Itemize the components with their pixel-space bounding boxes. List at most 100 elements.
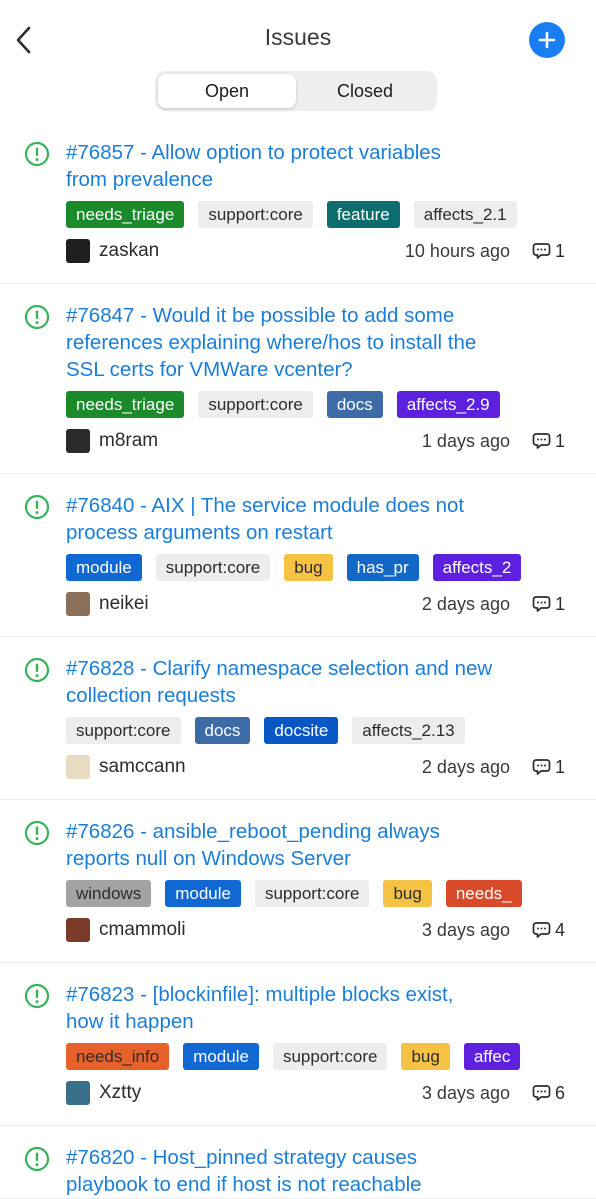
page-title: Issues (264, 24, 332, 50)
comment-count: 4 (532, 920, 568, 941)
label-list: windows module support:core bug needs_ (66, 880, 568, 907)
issue-label[interactable]: affects_2.1 (413, 201, 517, 228)
open-issue-icon (24, 983, 50, 1009)
issue-label[interactable]: affects_2.13 (352, 717, 465, 744)
plus-icon (538, 31, 556, 49)
issue-title[interactable]: #76857 - Allow option to protect variabl… (66, 139, 568, 166)
issue-label[interactable]: bug (383, 880, 432, 907)
issue-label[interactable]: module (66, 554, 142, 581)
author-username[interactable]: Xztty (99, 1082, 141, 1104)
issue-row[interactable]: #76828 - Clarify namespace selection and… (0, 637, 596, 800)
issue-row[interactable]: #76847 - Would it be possible to add som… (0, 284, 596, 474)
label-list: module support:core bug has_pr affects_2 (66, 554, 568, 581)
open-issue-icon (24, 141, 50, 167)
comment-icon (532, 243, 551, 259)
comment-count: 1 (532, 431, 568, 452)
add-issue-button[interactable] (529, 22, 565, 58)
comment-count-value: 1 (555, 430, 566, 451)
comment-count-value: 1 (555, 756, 566, 777)
issue-label[interactable]: needs_triage (66, 201, 185, 228)
issue-label[interactable]: affec (463, 1043, 521, 1070)
author-username[interactable]: cmammoli (99, 919, 186, 941)
label-list: support:core docs docsite affects_2.13 (66, 717, 568, 744)
issue-meta: Xztty 3 days ago 6 (66, 1078, 568, 1125)
issue-title[interactable]: process arguments on restart (66, 519, 568, 546)
comment-icon (532, 922, 551, 938)
issue-title[interactable]: collection requests (66, 682, 568, 709)
issue-timestamp: 1 days ago (421, 430, 510, 451)
comment-count-value: 1 (555, 240, 566, 261)
issue-title[interactable]: how it happen (66, 1008, 568, 1035)
comment-count-value: 1 (555, 593, 566, 614)
avatar (66, 1081, 90, 1105)
issue-row[interactable]: #76857 - Allow option to protect variabl… (0, 121, 596, 284)
label-list: needs_triage support:core docs affects_2.9 (66, 391, 568, 418)
issue-label[interactable]: support:core (155, 554, 271, 581)
issue-label[interactable]: support:core (254, 880, 370, 907)
issue-timestamp: 2 days ago (421, 593, 510, 614)
issue-label[interactable]: affects_2.9 (396, 391, 500, 418)
open-issue-icon (24, 1146, 50, 1172)
issue-title[interactable]: #76828 - Clarify namespace selection and… (66, 655, 568, 682)
comment-icon (532, 433, 551, 449)
issue-title[interactable]: from prevalence (66, 166, 568, 193)
issue-meta: zaskan 10 hours ago 1 (66, 236, 568, 283)
author-username[interactable]: samccann (99, 756, 186, 778)
issue-label[interactable]: support:core (272, 1043, 388, 1070)
issue-state-segmented-control: Open Closed (155, 71, 437, 111)
issue-label[interactable]: support:core (198, 201, 313, 228)
avatar (66, 592, 90, 616)
issue-title[interactable]: SSL certs for VMWare vcenter? (66, 356, 568, 383)
issue-label[interactable]: module (165, 880, 241, 907)
issue-row[interactable]: #76823 - [blockinfile]: multiple blocks … (0, 963, 596, 1126)
issue-label[interactable]: windows (66, 880, 152, 907)
open-issue-icon (24, 657, 50, 683)
issue-timestamp: 10 hours ago (404, 240, 510, 261)
issue-label[interactable]: has_pr (346, 554, 419, 581)
issue-label[interactable]: docs (194, 717, 251, 744)
nav-bar: Issues (0, 0, 596, 80)
issue-label[interactable]: needs_ (445, 880, 522, 907)
issue-title[interactable]: #76847 - Would it be possible to add som… (66, 302, 568, 329)
avatar (66, 918, 90, 942)
issue-list: #76857 - Allow option to protect variabl… (0, 121, 596, 1199)
issue-row[interactable]: #76820 - Host_pinned strategy causes play… (0, 1126, 596, 1199)
avatar (66, 429, 90, 453)
comment-icon (532, 1085, 551, 1101)
author-username[interactable]: zaskan (99, 240, 159, 262)
issue-label[interactable]: support:core (198, 391, 313, 418)
comment-count-value: 4 (555, 919, 566, 940)
issue-title[interactable]: references explaining where/hos to insta… (66, 329, 568, 356)
issue-title[interactable]: #76840 - AIX | The service module does n… (66, 492, 568, 519)
author-username[interactable]: m8ram (99, 430, 158, 452)
author-username[interactable]: neikei (99, 593, 149, 615)
issue-label[interactable]: docs (326, 391, 383, 418)
issue-label[interactable]: affects_2 (432, 554, 522, 581)
issue-meta: samccann 2 days ago 1 (66, 752, 568, 799)
issue-title[interactable]: #76823 - [blockinfile]: multiple blocks … (66, 981, 568, 1008)
comment-count: 6 (532, 1083, 568, 1104)
issue-row[interactable]: #76840 - AIX | The service module does n… (0, 474, 596, 637)
issue-label[interactable]: needs_triage (66, 391, 185, 418)
issue-title[interactable]: playbook to end if host is not reachable (66, 1171, 568, 1198)
comment-count: 1 (532, 757, 568, 778)
issue-label[interactable]: feature (326, 201, 400, 228)
issue-title[interactable]: reports null on Windows Server (66, 845, 568, 872)
comment-icon (532, 596, 551, 612)
issue-row[interactable]: #76826 - ansible_reboot_pending always re… (0, 800, 596, 963)
issue-title[interactable]: #76820 - Host_pinned strategy causes (66, 1144, 568, 1171)
issue-label[interactable]: bug (401, 1043, 450, 1070)
label-list: needs_triage support:core feature affects_2… (66, 201, 568, 228)
open-issue-icon (24, 820, 50, 846)
issue-title[interactable]: #76826 - ansible_reboot_pending always (66, 818, 568, 845)
issue-label[interactable]: module (183, 1043, 259, 1070)
segment-open[interactable]: Open (158, 74, 296, 108)
issue-label[interactable]: docsite (264, 717, 339, 744)
comment-count: 1 (532, 594, 568, 615)
issue-label[interactable]: support:core (66, 717, 181, 744)
open-issue-icon (24, 304, 50, 330)
segment-closed[interactable]: Closed (296, 74, 434, 108)
issue-label[interactable]: needs_info (66, 1043, 170, 1070)
issue-label[interactable]: bug (284, 554, 333, 581)
issue-timestamp: 2 days ago (421, 756, 510, 777)
